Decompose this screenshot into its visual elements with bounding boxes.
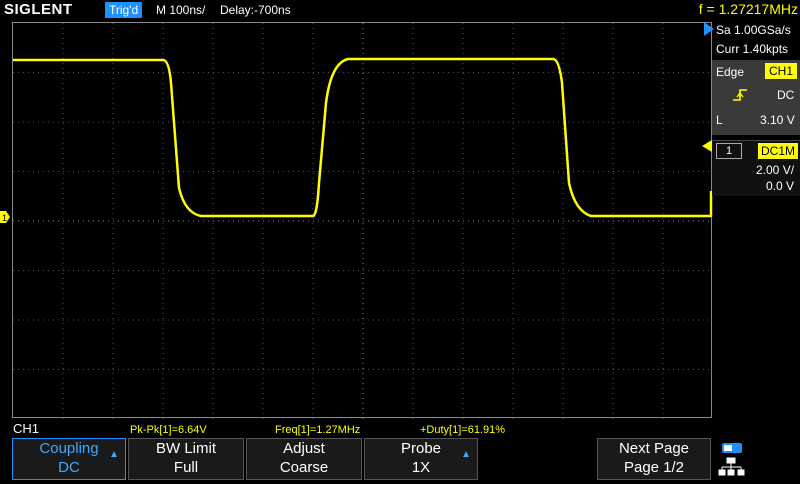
measurement-duty: +Duty[1]=61.91% xyxy=(420,424,506,436)
softkey-label: Next Page xyxy=(618,440,690,457)
cycle-arrow-icon: ▲ xyxy=(461,449,471,460)
sample-rate: Sa 1.00GSa/s xyxy=(716,23,791,37)
trigger-source-badge: CH1 xyxy=(765,63,797,79)
status-icons-graphic xyxy=(718,443,745,476)
channel-offset: 0.0 V xyxy=(766,179,795,193)
channel-coupling-badge: DC1M xyxy=(758,143,798,159)
bw-limit-softkey[interactable]: BW Limit Full xyxy=(128,438,244,480)
softkey-value: DC xyxy=(58,459,80,476)
softkey-label: BW Limit xyxy=(156,440,216,457)
coupling-softkey[interactable]: Coupling DC ▲ xyxy=(12,438,126,480)
graticule-center-ticks xyxy=(13,23,713,419)
channel-1-trace xyxy=(13,57,713,218)
softkey-value: Coarse xyxy=(279,459,329,476)
waveform-graticule xyxy=(13,23,713,419)
next-page-softkey[interactable]: Next Page Page 1/2 xyxy=(597,438,711,480)
cycle-arrow-icon: ▲ xyxy=(109,449,119,460)
timebase-readout: M 100ns/ xyxy=(156,3,206,17)
probe-softkey[interactable]: Probe 1X ▲ xyxy=(364,438,478,480)
rising-edge-icon xyxy=(732,88,748,105)
volts-per-div: 2.00 V/ xyxy=(756,163,795,177)
softkey-value: 1X xyxy=(411,459,431,476)
trigger-status-badge: Trig'd xyxy=(105,2,143,18)
svg-text:1: 1 xyxy=(2,213,7,223)
frequency-counter: f = 1.27217MHz xyxy=(698,1,798,17)
adjust-softkey[interactable]: Adjust Coarse xyxy=(246,438,362,480)
trigger-level-value: 3.10 V xyxy=(760,113,795,127)
delay-readout: Delay:-700ns xyxy=(220,3,291,17)
trigger-position-marker[interactable] xyxy=(704,22,714,41)
softkey-value: Page 1/2 xyxy=(623,459,685,476)
brand-logo: SIGLENT xyxy=(4,1,73,18)
trigger-coupling: DC xyxy=(777,88,795,102)
trigger-level-label: L xyxy=(716,113,723,127)
softkey-label: Adjust xyxy=(283,440,325,457)
trigger-type-label: Edge xyxy=(716,65,745,79)
status-icons-area xyxy=(714,438,800,480)
softkey-value: Full xyxy=(173,459,199,476)
channel-number: 1 xyxy=(716,143,742,159)
network-icon xyxy=(718,457,745,476)
menu-channel-label: CH1 xyxy=(13,421,40,436)
measurement-frequency: Freq[1]=1.27MHz xyxy=(275,424,361,436)
memory-depth: Curr 1.40kpts xyxy=(716,42,789,56)
measurement-pk-pk: Pk-Pk[1]=6.64V xyxy=(130,424,207,436)
ch1-ground-marker[interactable]: 1 xyxy=(0,210,10,223)
waveform-display[interactable] xyxy=(12,22,713,419)
toggle-icon xyxy=(722,443,742,453)
trigger-level-marker[interactable] xyxy=(702,139,712,157)
